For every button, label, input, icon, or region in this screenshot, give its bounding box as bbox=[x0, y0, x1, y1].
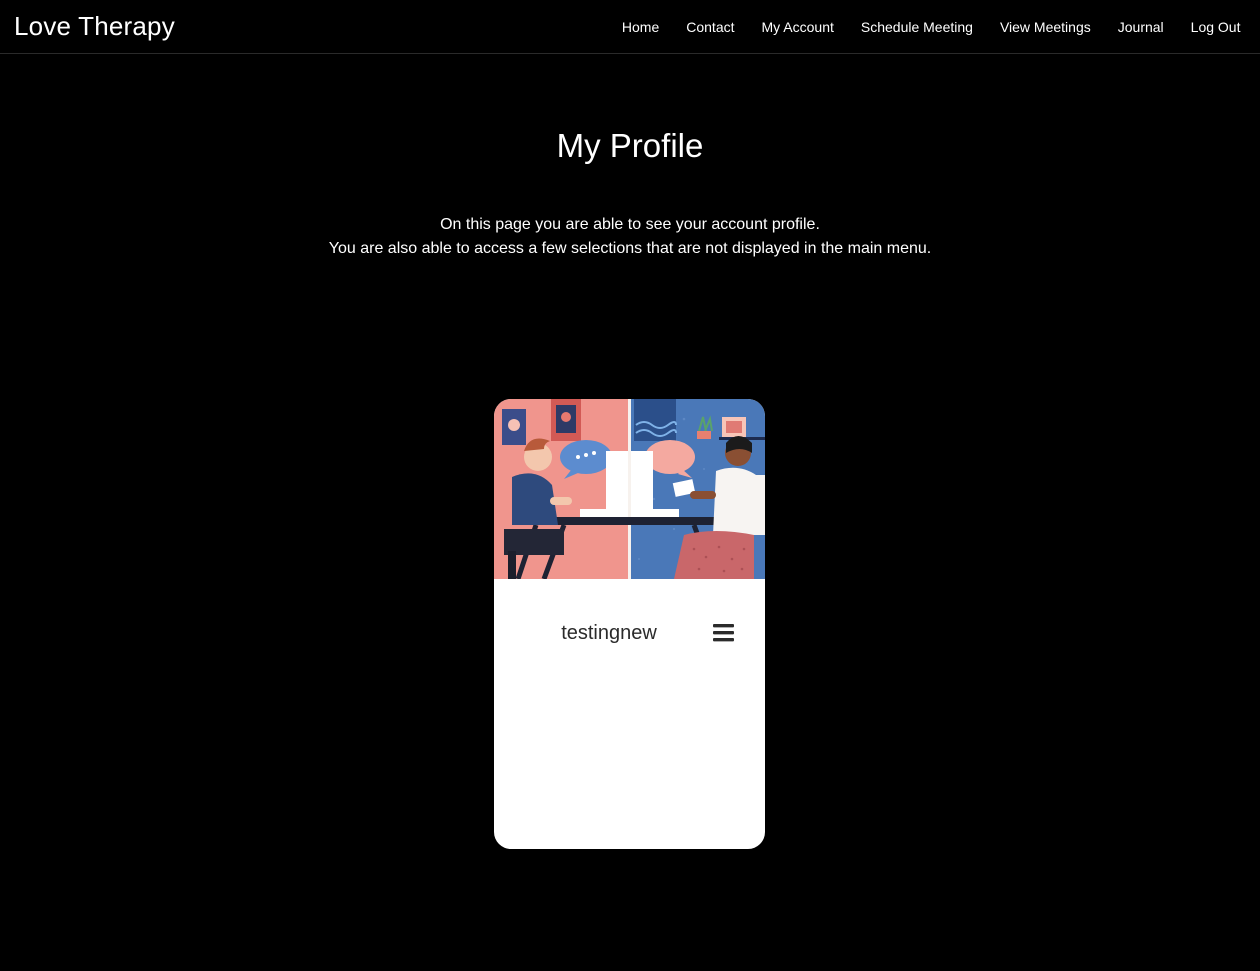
nav-links: Home Contact My Account Schedule Meeting… bbox=[608, 19, 1254, 35]
intro-text: On this page you are able to see your ac… bbox=[0, 213, 1260, 261]
nav-link-schedule-meeting[interactable]: Schedule Meeting bbox=[847, 19, 986, 35]
nav-link-log-out[interactable]: Log Out bbox=[1177, 19, 1254, 35]
hamburger-menu-icon[interactable] bbox=[713, 623, 735, 643]
nav-link-view-meetings[interactable]: View Meetings bbox=[986, 19, 1104, 35]
nav-link-home[interactable]: Home bbox=[608, 19, 672, 35]
profile-card-body: testingnew bbox=[494, 579, 765, 849]
brand-logo-link[interactable]: Love Therapy bbox=[14, 11, 175, 42]
top-navbar: Love Therapy Home Contact My Account Sch… bbox=[0, 0, 1260, 54]
nav-link-my-account[interactable]: My Account bbox=[748, 19, 847, 35]
intro-line-2: You are also able to access a few select… bbox=[328, 240, 932, 257]
profile-card-illustration bbox=[494, 399, 765, 579]
profile-username: testingnew bbox=[561, 622, 657, 644]
nav-link-contact[interactable]: Contact bbox=[673, 19, 748, 35]
page-title: My Profile bbox=[556, 127, 704, 164]
profile-card: testingnew bbox=[494, 399, 765, 849]
nav-link-journal[interactable]: Journal bbox=[1104, 19, 1177, 35]
intro-line-1: On this page you are able to see your ac… bbox=[440, 216, 820, 233]
